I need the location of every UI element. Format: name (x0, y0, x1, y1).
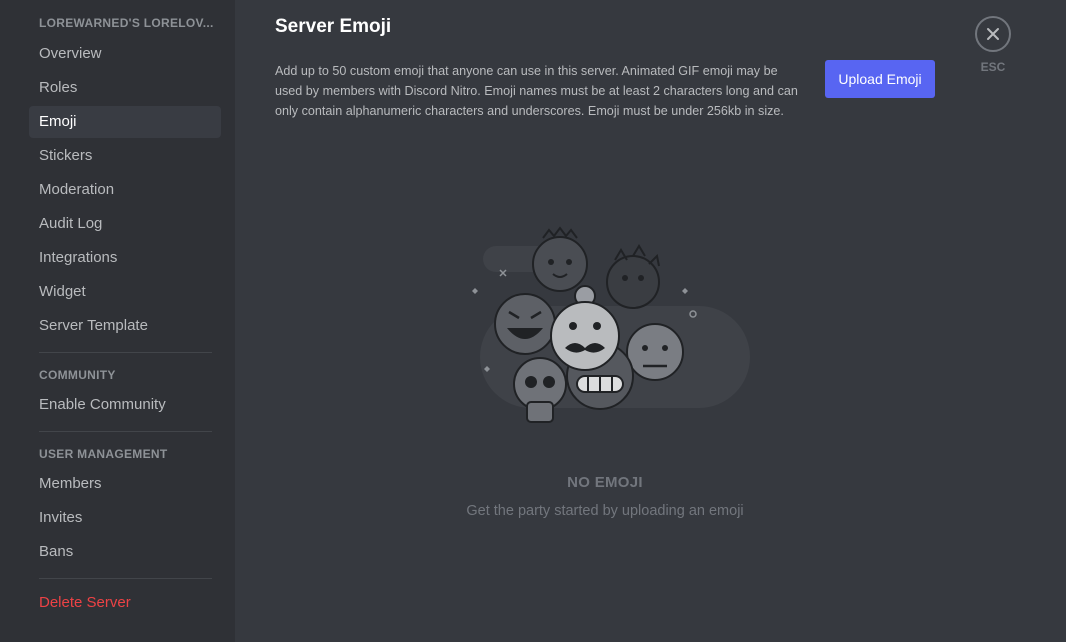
sidebar-item-moderation[interactable]: Moderation (29, 174, 221, 206)
empty-state-title: NO EMOJI (567, 474, 643, 491)
empty-state-subtitle: Get the party started by uploading an em… (466, 503, 744, 519)
sidebar-item-bans[interactable]: Bans (29, 536, 221, 568)
upload-emoji-button[interactable]: Upload Emoji (825, 60, 935, 98)
empty-emoji-illustration (472, 226, 750, 423)
sidebar-divider (39, 431, 212, 432)
close-icon (987, 28, 999, 40)
page-title: Server Emoji (275, 16, 392, 37)
sidebar-item-overview[interactable]: Overview (29, 38, 221, 70)
sidebar-item-members[interactable]: Members (29, 468, 221, 500)
sidebar-item-invites[interactable]: Invites (29, 502, 221, 534)
sidebar-item-server-template[interactable]: Server Template (29, 310, 221, 342)
close-settings: ESC (975, 16, 1011, 74)
sidebar-item-roles[interactable]: Roles (29, 72, 221, 104)
sidebar-item-stickers[interactable]: Stickers (29, 140, 221, 172)
sidebar-item-delete-server[interactable]: Delete Server (29, 587, 221, 619)
server-name-header: LOREWARNED'S LORELOV... (39, 16, 214, 30)
community-header: COMMUNITY (39, 368, 116, 382)
sidebar-item-integrations[interactable]: Integrations (29, 242, 221, 274)
sidebar-item-widget[interactable]: Widget (29, 276, 221, 308)
close-button[interactable] (975, 16, 1011, 52)
sidebar-divider (39, 578, 212, 579)
page-description: Add up to 50 custom emoji that anyone ca… (275, 64, 798, 118)
sidebar-item-emoji[interactable]: Emoji (29, 106, 221, 138)
user-management-header: USER MANAGEMENT (39, 447, 168, 461)
main-content: Server Emoji Add up to 50 custom emoji t… (235, 0, 1066, 642)
sidebar-item-enable-community[interactable]: Enable Community (29, 389, 221, 421)
settings-sidebar: LOREWARNED'S LORELOV... Overview Roles E… (0, 0, 235, 642)
sidebar-divider (39, 352, 212, 353)
sidebar-item-audit-log[interactable]: Audit Log (29, 208, 221, 240)
esc-label: ESC (980, 60, 1006, 74)
